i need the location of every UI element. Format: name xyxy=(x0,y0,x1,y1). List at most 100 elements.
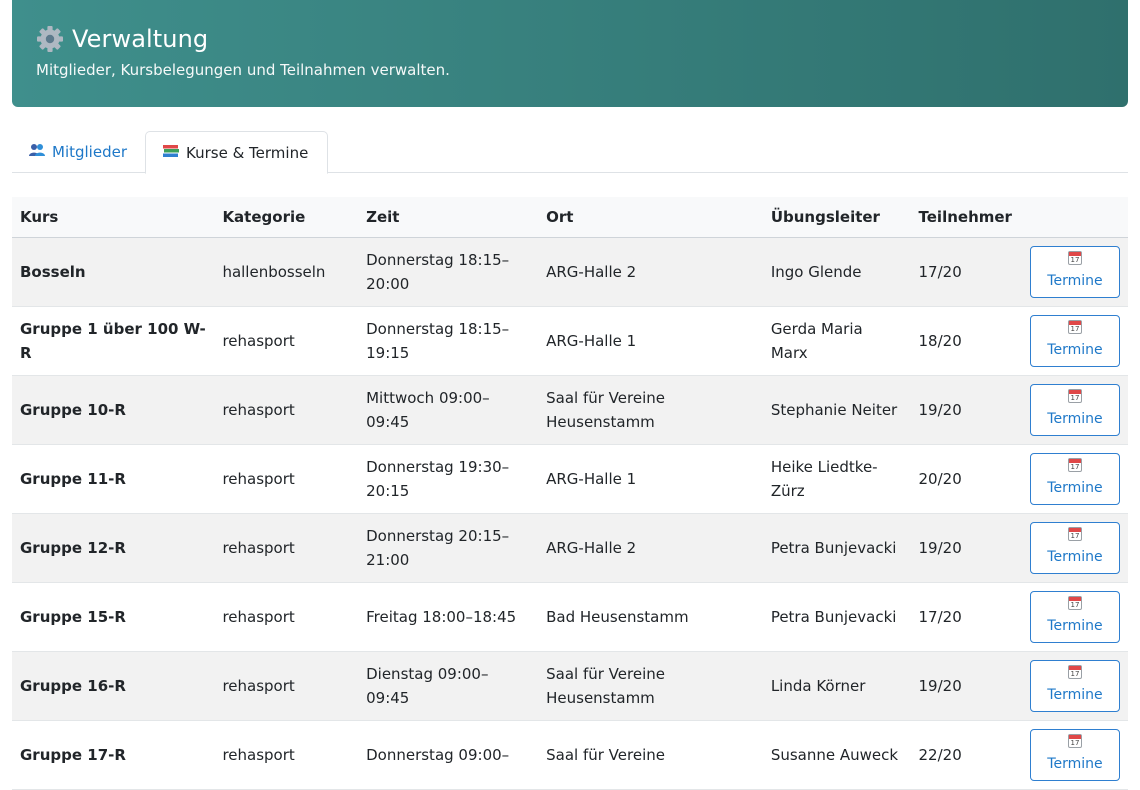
page-title: Verwaltung xyxy=(72,25,209,53)
cell-teilnehmer: 22/20 xyxy=(910,720,1020,790)
calendar-icon: 17 xyxy=(1067,250,1082,265)
termine-button-label: Termine xyxy=(1047,272,1103,289)
cell-zeit: Mittwoch 09:00–09:45 xyxy=(358,375,539,445)
cell-kategorie: rehasport xyxy=(214,582,359,652)
cell-uebungsleiter: Petra Bunjevacki xyxy=(762,582,911,652)
cell-teilnehmer: 17/20 xyxy=(910,237,1020,307)
books-icon xyxy=(162,144,180,162)
cell-actions: 17 Termine xyxy=(1019,444,1128,514)
cell-kurs: Gruppe 16-R xyxy=(12,651,215,721)
calendar-icon: 17 xyxy=(1067,388,1082,403)
table-row: Gruppe 15-R rehasport Freitag 18:00–18:4… xyxy=(12,582,1128,652)
calendar-icon: 17 xyxy=(1067,733,1082,748)
cell-uebungsleiter: Petra Bunjevacki xyxy=(762,513,911,583)
column-header-kategorie: Kategorie xyxy=(214,197,359,238)
termine-button[interactable]: 17 Termine xyxy=(1029,590,1120,643)
termine-button-label: Termine xyxy=(1047,686,1103,703)
cell-uebungsleiter: Ingo Glende xyxy=(762,237,911,307)
courses-table: Kurs Kategorie Zeit Ort Übungsleiter Tei… xyxy=(12,197,1128,790)
cell-uebungsleiter: Susanne Auweck xyxy=(762,720,911,790)
tab-mitglieder-label: Mitglieder xyxy=(52,143,127,161)
calendar-icon-day: 17 xyxy=(1070,255,1080,264)
cell-actions: 17 Termine xyxy=(1019,513,1128,583)
cell-ort: Saal für Vereine Heusenstamm xyxy=(538,375,763,445)
cell-uebungsleiter: Stephanie Neiter xyxy=(762,375,911,445)
table-row: Gruppe 17-R rehasport Donnerstag 09:00– … xyxy=(12,720,1128,790)
table-row: Bosseln hallenbosseln Donnerstag 18:15–2… xyxy=(12,237,1128,307)
termine-button[interactable]: 17 Termine xyxy=(1029,314,1120,367)
cell-uebungsleiter: Gerda Maria Marx xyxy=(762,306,911,376)
cell-kategorie: rehasport xyxy=(214,720,359,790)
termine-button-label: Termine xyxy=(1047,341,1103,358)
table-row: Gruppe 11-R rehasport Donnerstag 19:30–2… xyxy=(12,444,1128,514)
calendar-icon: 17 xyxy=(1067,457,1082,472)
cell-teilnehmer: 19/20 xyxy=(910,651,1020,721)
cell-actions: 17 Termine xyxy=(1019,237,1128,307)
cell-zeit: Dienstag 09:00–09:45 xyxy=(358,651,539,721)
cell-ort: Bad Heusenstamm xyxy=(538,582,763,652)
cell-actions: 17 Termine xyxy=(1019,306,1128,376)
calendar-icon-day: 17 xyxy=(1070,669,1080,678)
cell-uebungsleiter: Linda Körner xyxy=(762,651,911,721)
cell-actions: 17 Termine xyxy=(1019,651,1128,721)
cell-kurs: Bosseln xyxy=(12,237,215,307)
cell-teilnehmer: 19/20 xyxy=(910,375,1020,445)
tab-kurse-termine[interactable]: Kurse & Termine xyxy=(145,131,328,174)
column-header-ort: Ort xyxy=(538,197,763,238)
cell-zeit: Donnerstag 19:30–20:15 xyxy=(358,444,539,514)
tab-bar: Mitglieder Kurse & Termine xyxy=(12,131,1128,174)
termine-button[interactable]: 17 Termine xyxy=(1029,245,1120,298)
cell-kurs: Gruppe 10-R xyxy=(12,375,215,445)
calendar-icon: 17 xyxy=(1067,664,1082,679)
cell-kategorie: rehasport xyxy=(214,651,359,721)
table-row: Gruppe 12-R rehasport Donnerstag 20:15–2… xyxy=(12,513,1128,583)
calendar-icon: 17 xyxy=(1067,526,1082,541)
cell-ort: ARG-Halle 2 xyxy=(538,237,763,307)
cell-teilnehmer: 17/20 xyxy=(910,582,1020,652)
cell-kurs: Gruppe 1 über 100 W-R xyxy=(12,306,215,376)
column-header-zeit: Zeit xyxy=(358,197,539,238)
cell-teilnehmer: 19/20 xyxy=(910,513,1020,583)
calendar-icon-day: 17 xyxy=(1070,738,1080,747)
cell-kategorie: rehasport xyxy=(214,513,359,583)
gear-icon xyxy=(37,26,63,52)
column-header-teilnehmer: Teilnehmer xyxy=(910,197,1020,238)
tab-kurse-termine-label: Kurse & Termine xyxy=(186,143,309,162)
header-title-row: Verwaltung xyxy=(36,22,1104,56)
cell-kategorie: rehasport xyxy=(214,444,359,514)
tab-mitglieder[interactable]: Mitglieder xyxy=(12,131,143,173)
page-subtitle: Mitglieder, Kursbelegungen und Teilnahme… xyxy=(36,61,450,79)
column-header-kurs: Kurs xyxy=(12,197,215,238)
termine-button-label: Termine xyxy=(1047,479,1103,496)
termine-button-label: Termine xyxy=(1047,617,1103,634)
table-row: Gruppe 10-R rehasport Mittwoch 09:00–09:… xyxy=(12,375,1128,445)
termine-button[interactable]: 17 Termine xyxy=(1029,383,1120,436)
cell-actions: 17 Termine xyxy=(1019,375,1128,445)
termine-button[interactable]: 17 Termine xyxy=(1029,521,1120,574)
termine-button[interactable]: 17 Termine xyxy=(1029,452,1120,505)
termine-button-label: Termine xyxy=(1047,755,1103,772)
cell-kategorie: rehasport xyxy=(214,306,359,376)
cell-zeit: Freitag 18:00–18:45 xyxy=(358,582,539,652)
cell-ort: ARG-Halle 1 xyxy=(538,444,763,514)
calendar-icon-day: 17 xyxy=(1070,531,1080,540)
cell-ort: ARG-Halle 1 xyxy=(538,306,763,376)
cell-kategorie: rehasport xyxy=(214,375,359,445)
people-icon xyxy=(28,143,46,161)
calendar-icon-day: 17 xyxy=(1070,462,1080,471)
calendar-icon-day: 17 xyxy=(1070,600,1080,609)
termine-button[interactable]: 17 Termine xyxy=(1029,728,1120,781)
table-row: Gruppe 1 über 100 W-R rehasport Donnerst… xyxy=(12,306,1128,376)
termine-button-label: Termine xyxy=(1047,410,1103,427)
cell-actions: 17 Termine xyxy=(1019,720,1128,790)
calendar-icon: 17 xyxy=(1067,595,1082,610)
cell-ort: Saal für Vereine xyxy=(538,720,763,790)
cell-teilnehmer: 20/20 xyxy=(910,444,1020,514)
table-header: Kurs Kategorie Zeit Ort Übungsleiter Tei… xyxy=(12,197,1128,238)
cell-zeit: Donnerstag 18:15–20:00 xyxy=(358,237,539,307)
column-header-actions xyxy=(1019,197,1128,238)
page-header: Verwaltung Mitglieder, Kursbelegungen un… xyxy=(12,0,1128,107)
termine-button[interactable]: 17 Termine xyxy=(1029,659,1120,712)
termine-button-label: Termine xyxy=(1047,548,1103,565)
column-header-uebungsleiter: Übungsleiter xyxy=(762,197,911,238)
